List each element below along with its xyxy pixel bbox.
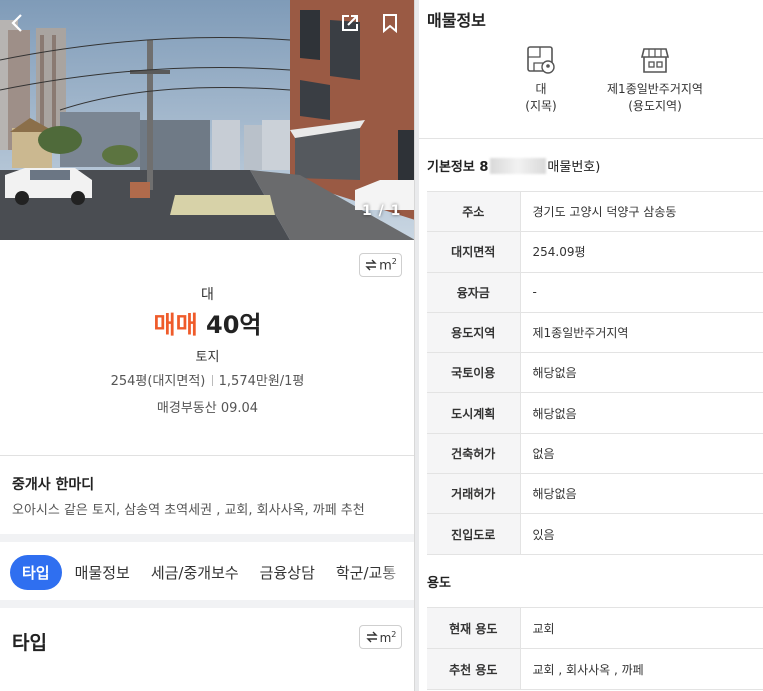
row-key: 추천 용도	[427, 648, 521, 690]
agency-info: 매경부동산 09.04	[156, 401, 259, 416]
table-row: 현재 용도 교회	[427, 607, 763, 649]
listing-info-panel: 매물정보 대 (지목) 제1종일반주거지역 (용도지역) 기본정보 8 매물번호)…	[419, 0, 763, 691]
row-key: 도시계획	[427, 392, 521, 434]
listing-photo[interactable]: 1 / 1	[0, 0, 414, 240]
row-value: 해당없음	[520, 392, 763, 434]
divider	[0, 455, 414, 456]
row-value: 있음	[520, 513, 763, 555]
unit-toggle-button[interactable]: m2	[359, 625, 402, 649]
unit-price: 1,574만원/1평	[218, 374, 305, 389]
photo-counter: 1 / 1	[362, 203, 402, 219]
price-line: 매매 40억	[0, 305, 414, 340]
row-value: 해당없음	[520, 473, 763, 515]
table-row: 융자금 -	[427, 271, 763, 313]
row-key: 건축허가	[427, 432, 521, 475]
section-tabs: 타입 매물정보 세금/중개보수 금융상담 학군/교통	[0, 548, 414, 596]
zoning-value: 제1종일반주거지역	[607, 82, 703, 96]
property-category: 토지	[195, 350, 220, 365]
usage-table: 현재 용도 교회 추천 용도 교회 , 회사사옥 , 까페	[427, 607, 763, 690]
row-value: 없음	[520, 432, 763, 475]
land-type-label: 대	[201, 287, 214, 303]
shop-icon	[640, 48, 670, 73]
broker-comment-text: 오아시스 같은 토지, 삼송역 초역세권 , 교회, 회사사옥, 까페 추천	[12, 503, 365, 518]
section-gap	[0, 600, 414, 608]
row-key: 대지면적	[427, 231, 521, 273]
table-row: 국토이용 해당없음	[427, 352, 763, 394]
map-pin-icon	[527, 46, 555, 74]
table-row: 도시계획 해당없음	[427, 392, 763, 434]
zoning-caption: (용도지역)	[628, 99, 682, 113]
divider	[211, 375, 213, 386]
tab-listing-info[interactable]: 매물정보	[75, 562, 130, 583]
street-photo-illustration	[0, 0, 414, 240]
back-button[interactable]	[4, 10, 30, 36]
table-row: 진입도로 있음	[427, 513, 763, 555]
row-key: 용도지역	[427, 311, 521, 354]
swap-arrows-icon	[365, 259, 377, 271]
listing-number-suffix: 매물번호)	[547, 160, 601, 175]
basic-info-table: 주소 경기도 고양시 덕양구 삼송동 대지면적 254.09평 융자금 - 용도지역 제…	[427, 190, 763, 555]
row-key: 현재 용도	[427, 607, 521, 649]
tab-fade-overlay	[378, 548, 414, 596]
table-row: 거래허가 해당없음	[427, 473, 763, 515]
price-value: 40억	[206, 311, 262, 339]
area-value: 254평(대지면적)	[110, 374, 206, 389]
row-value: 경기도 고양시 덕양구 삼송동	[520, 190, 763, 233]
table-row: 용도지역 제1종일반주거지역	[427, 311, 763, 354]
section-gap	[0, 534, 414, 542]
bookmark-button[interactable]	[377, 10, 403, 36]
table-row: 주소 경기도 고양시 덕양구 삼송동	[427, 190, 763, 233]
chevron-left-icon	[11, 14, 22, 32]
row-value: -	[520, 271, 763, 313]
bookmark-icon	[383, 14, 397, 33]
row-value: 교회 , 회사사옥 , 까페	[520, 648, 763, 690]
row-key: 주소	[427, 190, 521, 233]
divider	[419, 138, 763, 139]
usage-title: 용도	[427, 576, 451, 591]
swap-arrows-icon	[365, 631, 378, 643]
row-key: 융자금	[427, 271, 521, 313]
listing-detail-panel: 1 / 1 m2 대 매매 40억 토지 254평(대지면적) 1,574만원/…	[0, 0, 415, 691]
tab-type[interactable]: 타입	[10, 554, 62, 590]
row-key: 진입도로	[427, 513, 521, 555]
row-key: 거래허가	[427, 473, 521, 515]
redacted-listing-number	[490, 158, 547, 174]
row-value: 제1종일반주거지역	[520, 311, 763, 354]
table-row: 건축허가 없음	[427, 432, 763, 475]
type-section-heading: 타입	[12, 632, 47, 654]
basic-info-title: 기본정보 8 매물번호)	[427, 156, 600, 175]
row-value: 해당없음	[520, 352, 763, 394]
area-info: 254평(대지면적) 1,574만원/1평	[0, 370, 414, 389]
row-value: 254.09평	[520, 231, 763, 273]
share-external-icon	[342, 15, 358, 31]
zoning-summary: 제1종일반주거지역 (용도지역)	[585, 45, 725, 115]
row-key: 국토이용	[427, 352, 521, 394]
broker-comment-title: 중개사 한마디	[12, 477, 95, 493]
tab-tax-fee[interactable]: 세금/중개보수	[151, 562, 239, 583]
listing-info-title: 매물정보	[427, 11, 486, 30]
share-button[interactable]	[337, 10, 363, 36]
unit-label: m2	[379, 256, 397, 274]
unit-label: m2	[379, 629, 397, 645]
table-row: 대지면적 254.09평	[427, 231, 763, 273]
deal-type: 매매	[153, 311, 198, 339]
table-row: 추천 용도 교회 , 회사사옥 , 까페	[427, 648, 763, 690]
row-value: 교회	[520, 607, 763, 649]
basic-info-label: 기본정보 8	[427, 160, 489, 175]
tab-finance[interactable]: 금융상담	[260, 562, 315, 583]
unit-toggle-button[interactable]: m2	[359, 253, 402, 277]
